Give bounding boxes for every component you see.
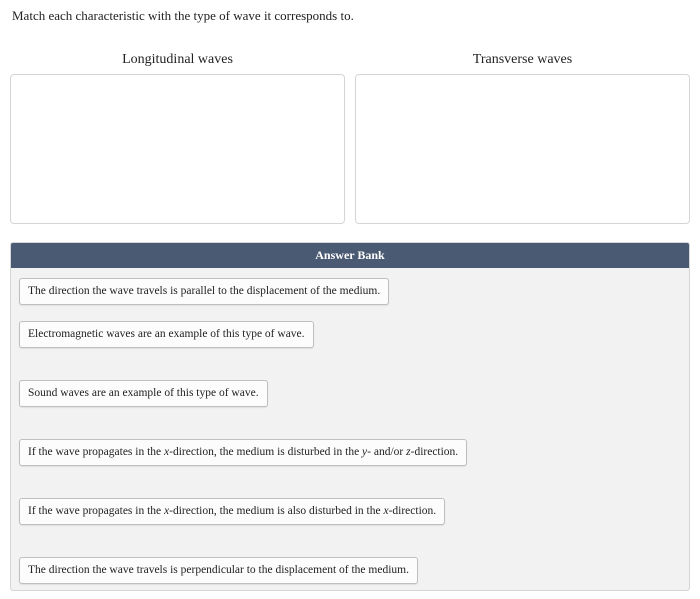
answer-text-part: -direction. xyxy=(411,446,459,458)
drop-label-longitudinal: Longitudinal waves xyxy=(122,52,233,68)
answer-bank-body: The direction the wave travels is parall… xyxy=(11,268,689,590)
answer-bank-header: Answer Bank xyxy=(11,243,689,268)
answer-item[interactable]: If the wave propagates in the x-directio… xyxy=(19,439,467,466)
answer-text-part: -direction, the medium is also disturbed… xyxy=(169,505,383,517)
answer-item[interactable]: Sound waves are an example of this type … xyxy=(19,380,268,407)
drop-col-longitudinal: Longitudinal waves xyxy=(10,52,345,224)
answer-text-part: -direction. xyxy=(389,505,437,517)
answer-item[interactable]: Electromagnetic waves are an example of … xyxy=(19,321,314,348)
answer-text-part: If the wave propagates in the xyxy=(28,505,164,517)
drop-zone-longitudinal[interactable] xyxy=(10,74,345,224)
answer-bank: Answer Bank The direction the wave trave… xyxy=(10,242,690,591)
drop-zones-row: Longitudinal waves Transverse waves xyxy=(10,52,690,224)
drop-label-transverse: Transverse waves xyxy=(473,52,572,68)
answer-text-part: -direction, the medium is disturbed in t… xyxy=(169,446,362,458)
answer-text-part: If the wave propagates in the xyxy=(28,446,164,458)
drop-col-transverse: Transverse waves xyxy=(355,52,690,224)
drop-zone-transverse[interactable] xyxy=(355,74,690,224)
question-text: Match each characteristic with the type … xyxy=(10,8,690,24)
answer-item[interactable]: The direction the wave travels is parall… xyxy=(19,278,389,305)
answer-text-part: - and/or xyxy=(367,446,406,458)
answer-item[interactable]: If the wave propagates in the x-directio… xyxy=(19,498,445,525)
answer-item[interactable]: The direction the wave travels is perpen… xyxy=(19,557,418,584)
